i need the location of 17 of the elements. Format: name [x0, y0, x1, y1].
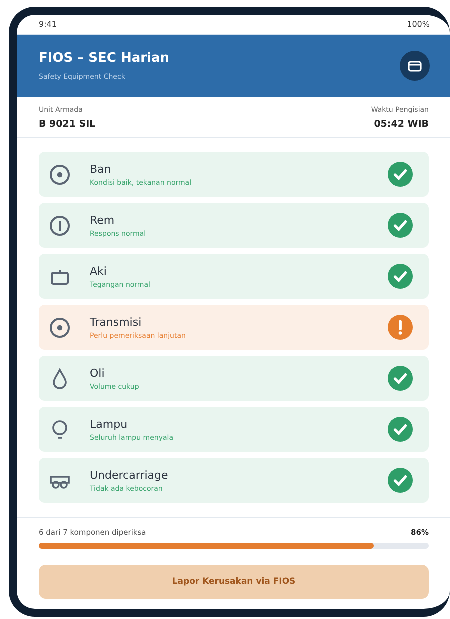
status-time: 9:41: [39, 20, 57, 29]
app-title: FIOS – SEC Harian: [39, 51, 170, 66]
circle-dot-icon: [48, 162, 72, 186]
unit-value: B 9021 SIL: [39, 119, 96, 130]
report-button[interactable]: Lapor Kerusakan via FIOS: [39, 565, 429, 599]
circle-dot-icon: [48, 316, 72, 340]
component-name: Ban: [90, 162, 112, 176]
component-name: Lampu: [90, 418, 129, 430]
battery-percent: 100%: [407, 20, 430, 29]
component-name: Rem: [90, 214, 116, 226]
component-name: Oli: [90, 366, 106, 380]
component-name: Aki: [90, 264, 108, 278]
card-button[interactable]: [400, 51, 430, 81]
time-value: 05:42 WIB: [374, 119, 429, 130]
component-name: Undercarriage: [90, 468, 170, 482]
card-icon: [408, 60, 422, 72]
component-name: Transmisi: [90, 316, 143, 328]
